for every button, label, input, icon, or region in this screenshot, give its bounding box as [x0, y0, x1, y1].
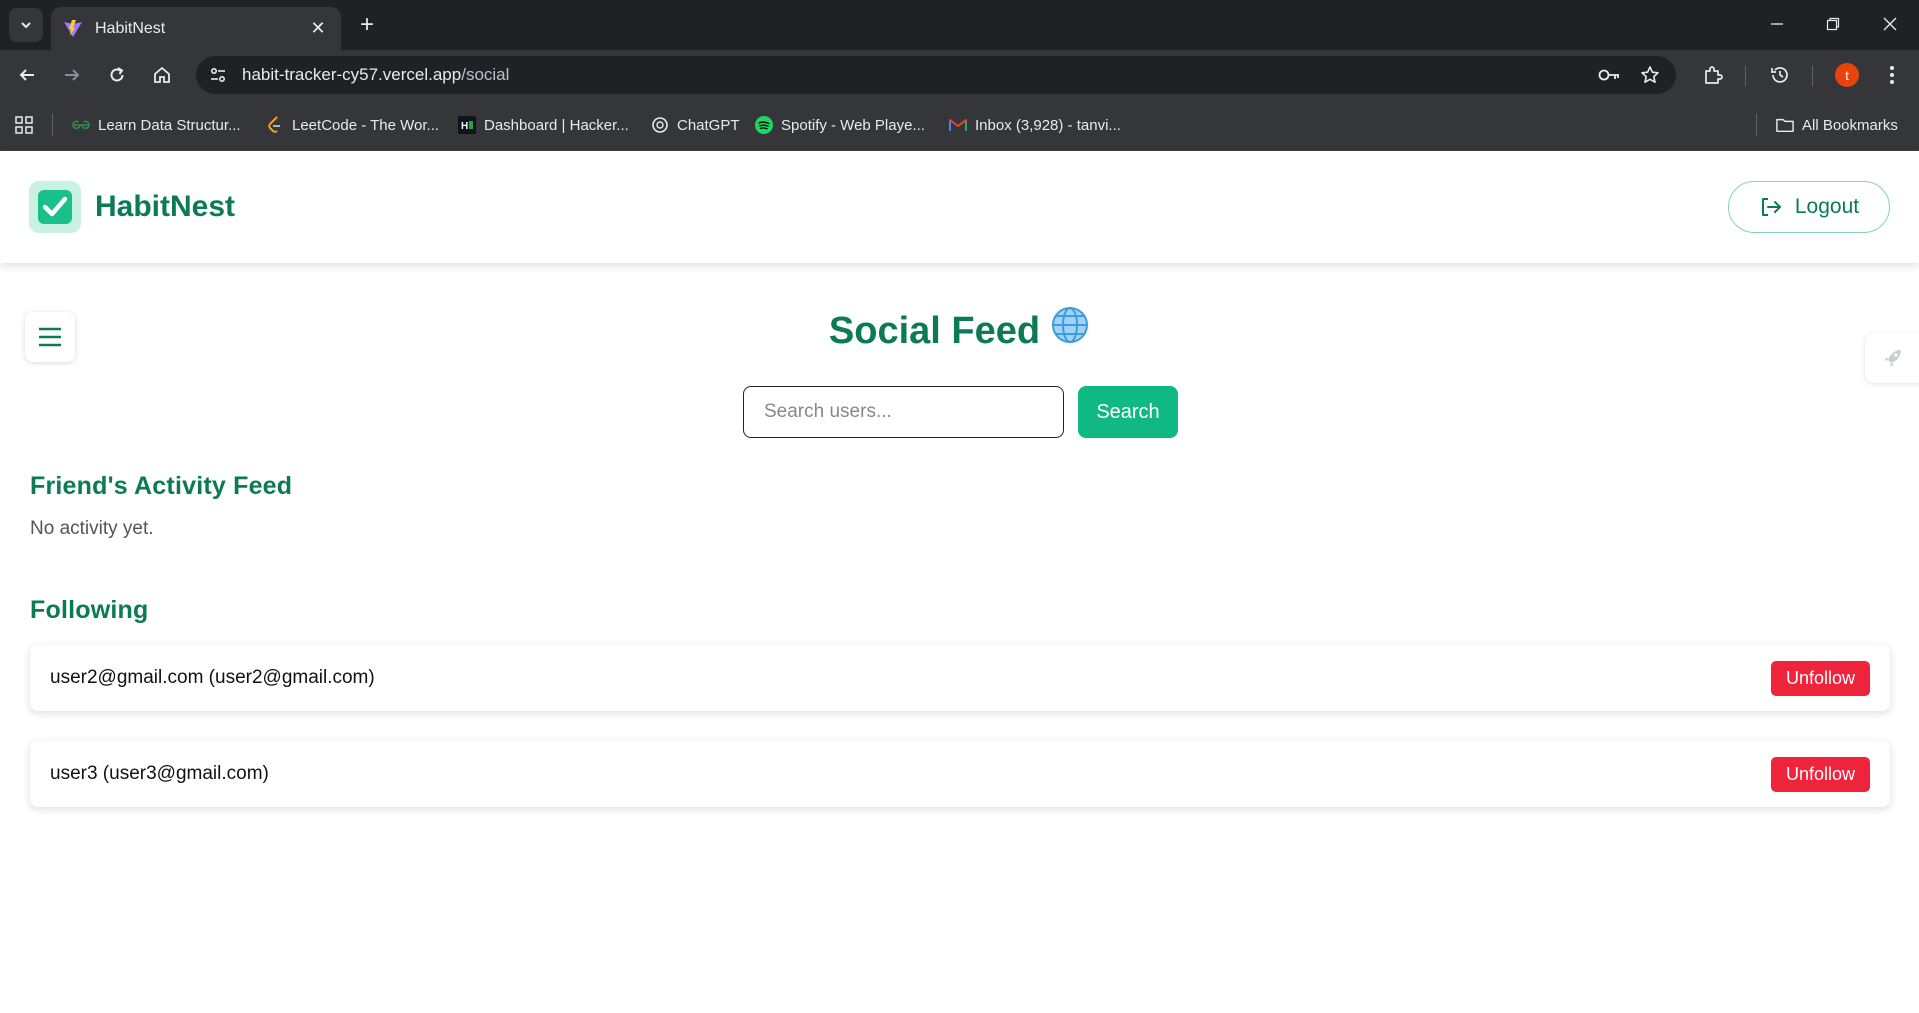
activity-empty-text: No activity yet. — [30, 518, 154, 539]
arrow-left-icon — [19, 69, 34, 81]
home-button[interactable] — [146, 59, 178, 91]
chrome-menu-button[interactable] — [1876, 59, 1908, 91]
checkbox-checked-icon — [38, 190, 72, 224]
app-header: HabitNest Logout — [0, 151, 1919, 263]
following-heading: Following — [30, 596, 149, 624]
following-list-item: user3 (user3@gmail.com) Unfollow — [30, 741, 1890, 807]
history-icon — [1771, 67, 1788, 83]
unfollow-button[interactable]: Unfollow — [1771, 660, 1870, 696]
history-button[interactable] — [1764, 59, 1796, 91]
bookmark-item[interactable]: Inbox (3,928) - tanvi... — [949, 112, 1121, 138]
bookmark-label: Learn Data Structur... — [98, 116, 241, 134]
close-icon — [1883, 17, 1897, 31]
toolbar-divider — [1745, 66, 1746, 86]
tune-icon — [210, 67, 226, 83]
brand-name: HabitNest — [95, 190, 236, 223]
search-users-input[interactable] — [743, 386, 1064, 438]
gfg-icon — [72, 116, 90, 134]
forward-button[interactable] — [56, 59, 88, 91]
reload-button[interactable] — [101, 59, 133, 91]
activity-feed-heading: Friend's Activity Feed — [30, 472, 293, 500]
url-host: habit-tracker-cy57.vercel.app — [242, 65, 462, 84]
browser-tab-active[interactable]: HabitNest ✕ — [51, 7, 341, 50]
bookmark-label: Inbox (3,928) - tanvi... — [975, 116, 1121, 134]
back-button[interactable] — [11, 59, 43, 91]
all-bookmarks-button[interactable]: All Bookmarks — [1776, 112, 1898, 138]
following-user-name: user2@gmail.com (user2@gmail.com) — [50, 667, 375, 688]
home-icon — [154, 66, 170, 83]
browser-toolbar: habit-tracker-cy57.vercel.app/social t — [0, 50, 1919, 100]
vite-favicon-icon — [64, 19, 82, 37]
restore-button[interactable] — [1813, 6, 1853, 42]
more-vertical-icon — [1890, 66, 1894, 84]
bookmark-item[interactable]: H Dashboard | Hacker... — [458, 112, 629, 138]
page-title-text: Social Feed — [828, 310, 1041, 352]
profile-button[interactable]: t — [1831, 59, 1863, 91]
bookmark-item[interactable]: Spotify - Web Playe... — [755, 112, 925, 138]
apps-grid-icon — [15, 116, 33, 134]
unfollow-button[interactable]: Unfollow — [1771, 756, 1870, 792]
leetcode-icon — [266, 116, 284, 134]
close-window-button[interactable] — [1870, 6, 1910, 42]
page-title: Social Feed — [0, 306, 1919, 355]
apps-button[interactable] — [12, 113, 36, 137]
bookmarks-divider — [52, 114, 53, 136]
arrow-right-icon — [65, 69, 80, 81]
all-bookmarks-label: All Bookmarks — [1802, 116, 1898, 134]
bookmark-item[interactable]: Learn Data Structur... — [72, 112, 241, 138]
site-info-button[interactable] — [200, 57, 236, 93]
restore-icon — [1826, 17, 1840, 31]
brand-logo — [29, 181, 81, 233]
address-bar[interactable]: habit-tracker-cy57.vercel.app/social — [196, 56, 1676, 94]
puzzle-icon — [1705, 66, 1723, 84]
bookmark-label: Spotify - Web Playe... — [781, 116, 925, 134]
url-text[interactable]: habit-tracker-cy57.vercel.app/social — [242, 65, 1590, 85]
logout-icon — [1761, 198, 1781, 216]
close-tab-icon[interactable]: ✕ — [307, 18, 329, 39]
toolbar-divider — [1812, 66, 1813, 86]
password-manager-button[interactable] — [1590, 57, 1630, 93]
key-icon — [1598, 69, 1619, 81]
folder-icon — [1776, 116, 1794, 134]
url-path: /social — [461, 65, 510, 84]
browser-tab-bar: HabitNest ✕ + — [0, 0, 1919, 50]
extensions-button[interactable] — [1697, 59, 1729, 91]
logout-button[interactable]: Logout — [1728, 181, 1890, 233]
bookmark-label: LeetCode - The Wor... — [292, 116, 440, 134]
bookmarks-bar: Learn Data Structur... LeetCode - The Wo… — [0, 100, 1919, 151]
reload-icon — [110, 67, 124, 82]
bookmark-star-button[interactable] — [1630, 57, 1670, 93]
tab-title: HabitNest — [95, 19, 166, 37]
bookmark-label: Dashboard | Hacker... — [484, 116, 629, 134]
bookmark-item[interactable]: LeetCode - The Wor... — [266, 112, 439, 138]
search-button[interactable]: Search — [1078, 386, 1178, 438]
gmail-icon — [949, 116, 967, 134]
chevron-down-icon — [21, 22, 31, 29]
avatar: t — [1835, 63, 1859, 87]
tab-search-button[interactable] — [9, 8, 43, 42]
bookmark-label: ChatGPT — [677, 116, 740, 134]
following-list-item: user2@gmail.com (user2@gmail.com) Unfoll… — [30, 645, 1890, 711]
minimize-button[interactable] — [1757, 6, 1797, 42]
bookmarks-divider — [1756, 114, 1757, 136]
new-tab-button[interactable]: + — [352, 10, 382, 40]
chatgpt-icon — [651, 116, 669, 134]
logout-label: Logout — [1794, 195, 1860, 218]
brand[interactable]: HabitNest — [29, 181, 235, 233]
bookmark-item[interactable]: ChatGPT — [651, 112, 740, 138]
spotify-icon — [755, 116, 773, 134]
globe-icon — [1050, 305, 1090, 355]
star-icon — [1641, 66, 1659, 83]
following-user-name: user3 (user3@gmail.com) — [50, 763, 269, 784]
hackerrank-icon: H — [458, 116, 476, 134]
svg-text:H: H — [461, 121, 468, 132]
minimize-icon — [1771, 23, 1783, 25]
